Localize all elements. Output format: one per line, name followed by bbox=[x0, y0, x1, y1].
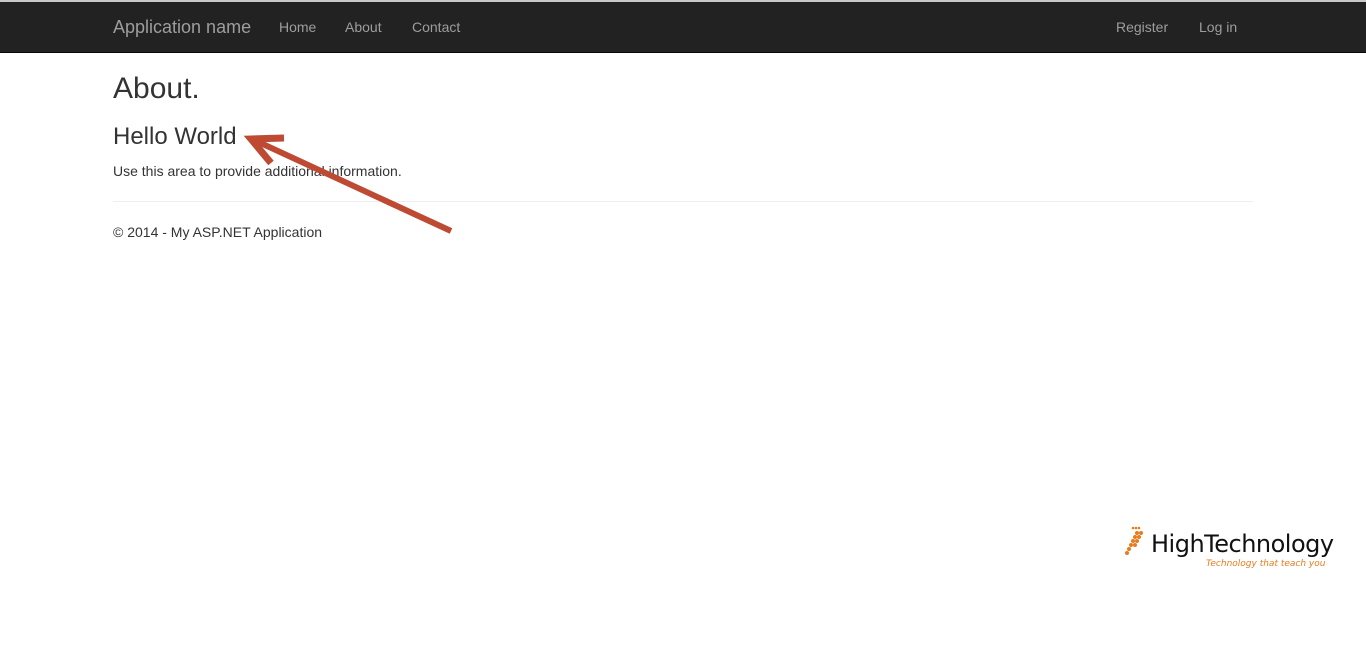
page-subtitle: Hello World bbox=[113, 123, 237, 150]
page-description: Use this area to provide additional info… bbox=[113, 163, 402, 179]
nav-home-link[interactable]: Home bbox=[279, 19, 316, 35]
brand-link[interactable]: Application name bbox=[113, 17, 251, 37]
footer-text: © 2014 - My ASP.NET Application bbox=[113, 224, 323, 240]
page-title: About. bbox=[113, 72, 200, 105]
logo-name: HighTechnology bbox=[1151, 530, 1334, 558]
watermark-logo: HighTechnology Technology that teach you bbox=[1124, 525, 1334, 575]
nav-about-link[interactable]: About bbox=[345, 19, 382, 35]
footer-divider bbox=[113, 201, 1253, 202]
logo-mark-icon bbox=[1125, 526, 1143, 555]
logo-tagline: Technology that teach you bbox=[1206, 559, 1326, 569]
page: Application name Home About Contact Regi… bbox=[0, 0, 1366, 667]
navbar: Application name Home About Contact Regi… bbox=[0, 2, 1366, 53]
nav-contact-link[interactable]: Contact bbox=[412, 19, 460, 35]
register-link[interactable]: Register bbox=[1116, 19, 1168, 35]
login-link[interactable]: Log in bbox=[1199, 19, 1237, 35]
